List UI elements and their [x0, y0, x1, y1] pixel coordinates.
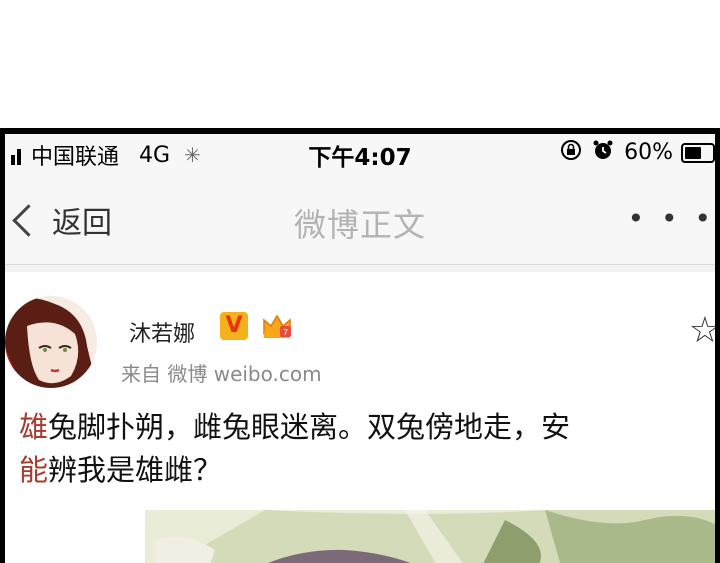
avatar[interactable] — [5, 296, 97, 388]
status-bar: 中国联通 4G ✳ 下午4:07 60% — [5, 134, 715, 171]
svg-text:7: 7 — [283, 328, 288, 337]
battery-percent: 60% — [624, 140, 673, 165]
nav-bar: 返回 微博正文 • • • — [5, 170, 715, 265]
post-line-1-text: 兔脚扑朔，雌兔眼迷离。双兔傍地走，安 — [48, 410, 571, 444]
battery-icon — [681, 142, 715, 163]
phone-screen: 中国联通 4G ✳ 下午4:07 60% 返回 微博正文 • • • 沐若娜 V… — [5, 134, 715, 563]
verified-badge: V — [220, 312, 248, 340]
more-icon[interactable]: • • • — [628, 202, 715, 235]
post-line-2-text: 辨我是雄雌？ — [48, 453, 223, 487]
author-name[interactable]: 沐若娜 — [129, 316, 195, 348]
phone-frame: 中国联通 4G ✳ 下午4:07 60% 返回 微博正文 • • • 沐若娜 V… — [0, 128, 720, 563]
star-icon[interactable]: ☆ — [689, 310, 715, 351]
battery-fill — [685, 146, 701, 159]
highlight-char: 雄 — [19, 410, 49, 444]
post-text: 雄兔脚扑朔，雌兔眼迷离。双兔傍地走，安 能辨我是雄雌？ — [19, 406, 709, 492]
crown-icon: 7 — [261, 312, 293, 340]
top-whitespace — [0, 0, 720, 128]
alarm-icon — [592, 139, 614, 166]
post-card: 沐若娜 V 7 来自 微博 weibo.com ☆ 雄兔脚扑朔，雌兔眼迷离。双兔… — [5, 272, 715, 563]
highlight-char: 能 — [19, 453, 49, 487]
page-title: 微博正文 — [293, 206, 426, 244]
post-line-2: 能辨我是雄雌？ — [19, 449, 709, 492]
post-line-1: 雄兔脚扑朔，雌兔眼迷离。双兔傍地走，安 — [19, 406, 709, 449]
post-source: 来自 微博 weibo.com — [121, 362, 322, 386]
rotation-lock-icon — [560, 139, 582, 166]
post-image[interactable] — [5, 510, 715, 563]
